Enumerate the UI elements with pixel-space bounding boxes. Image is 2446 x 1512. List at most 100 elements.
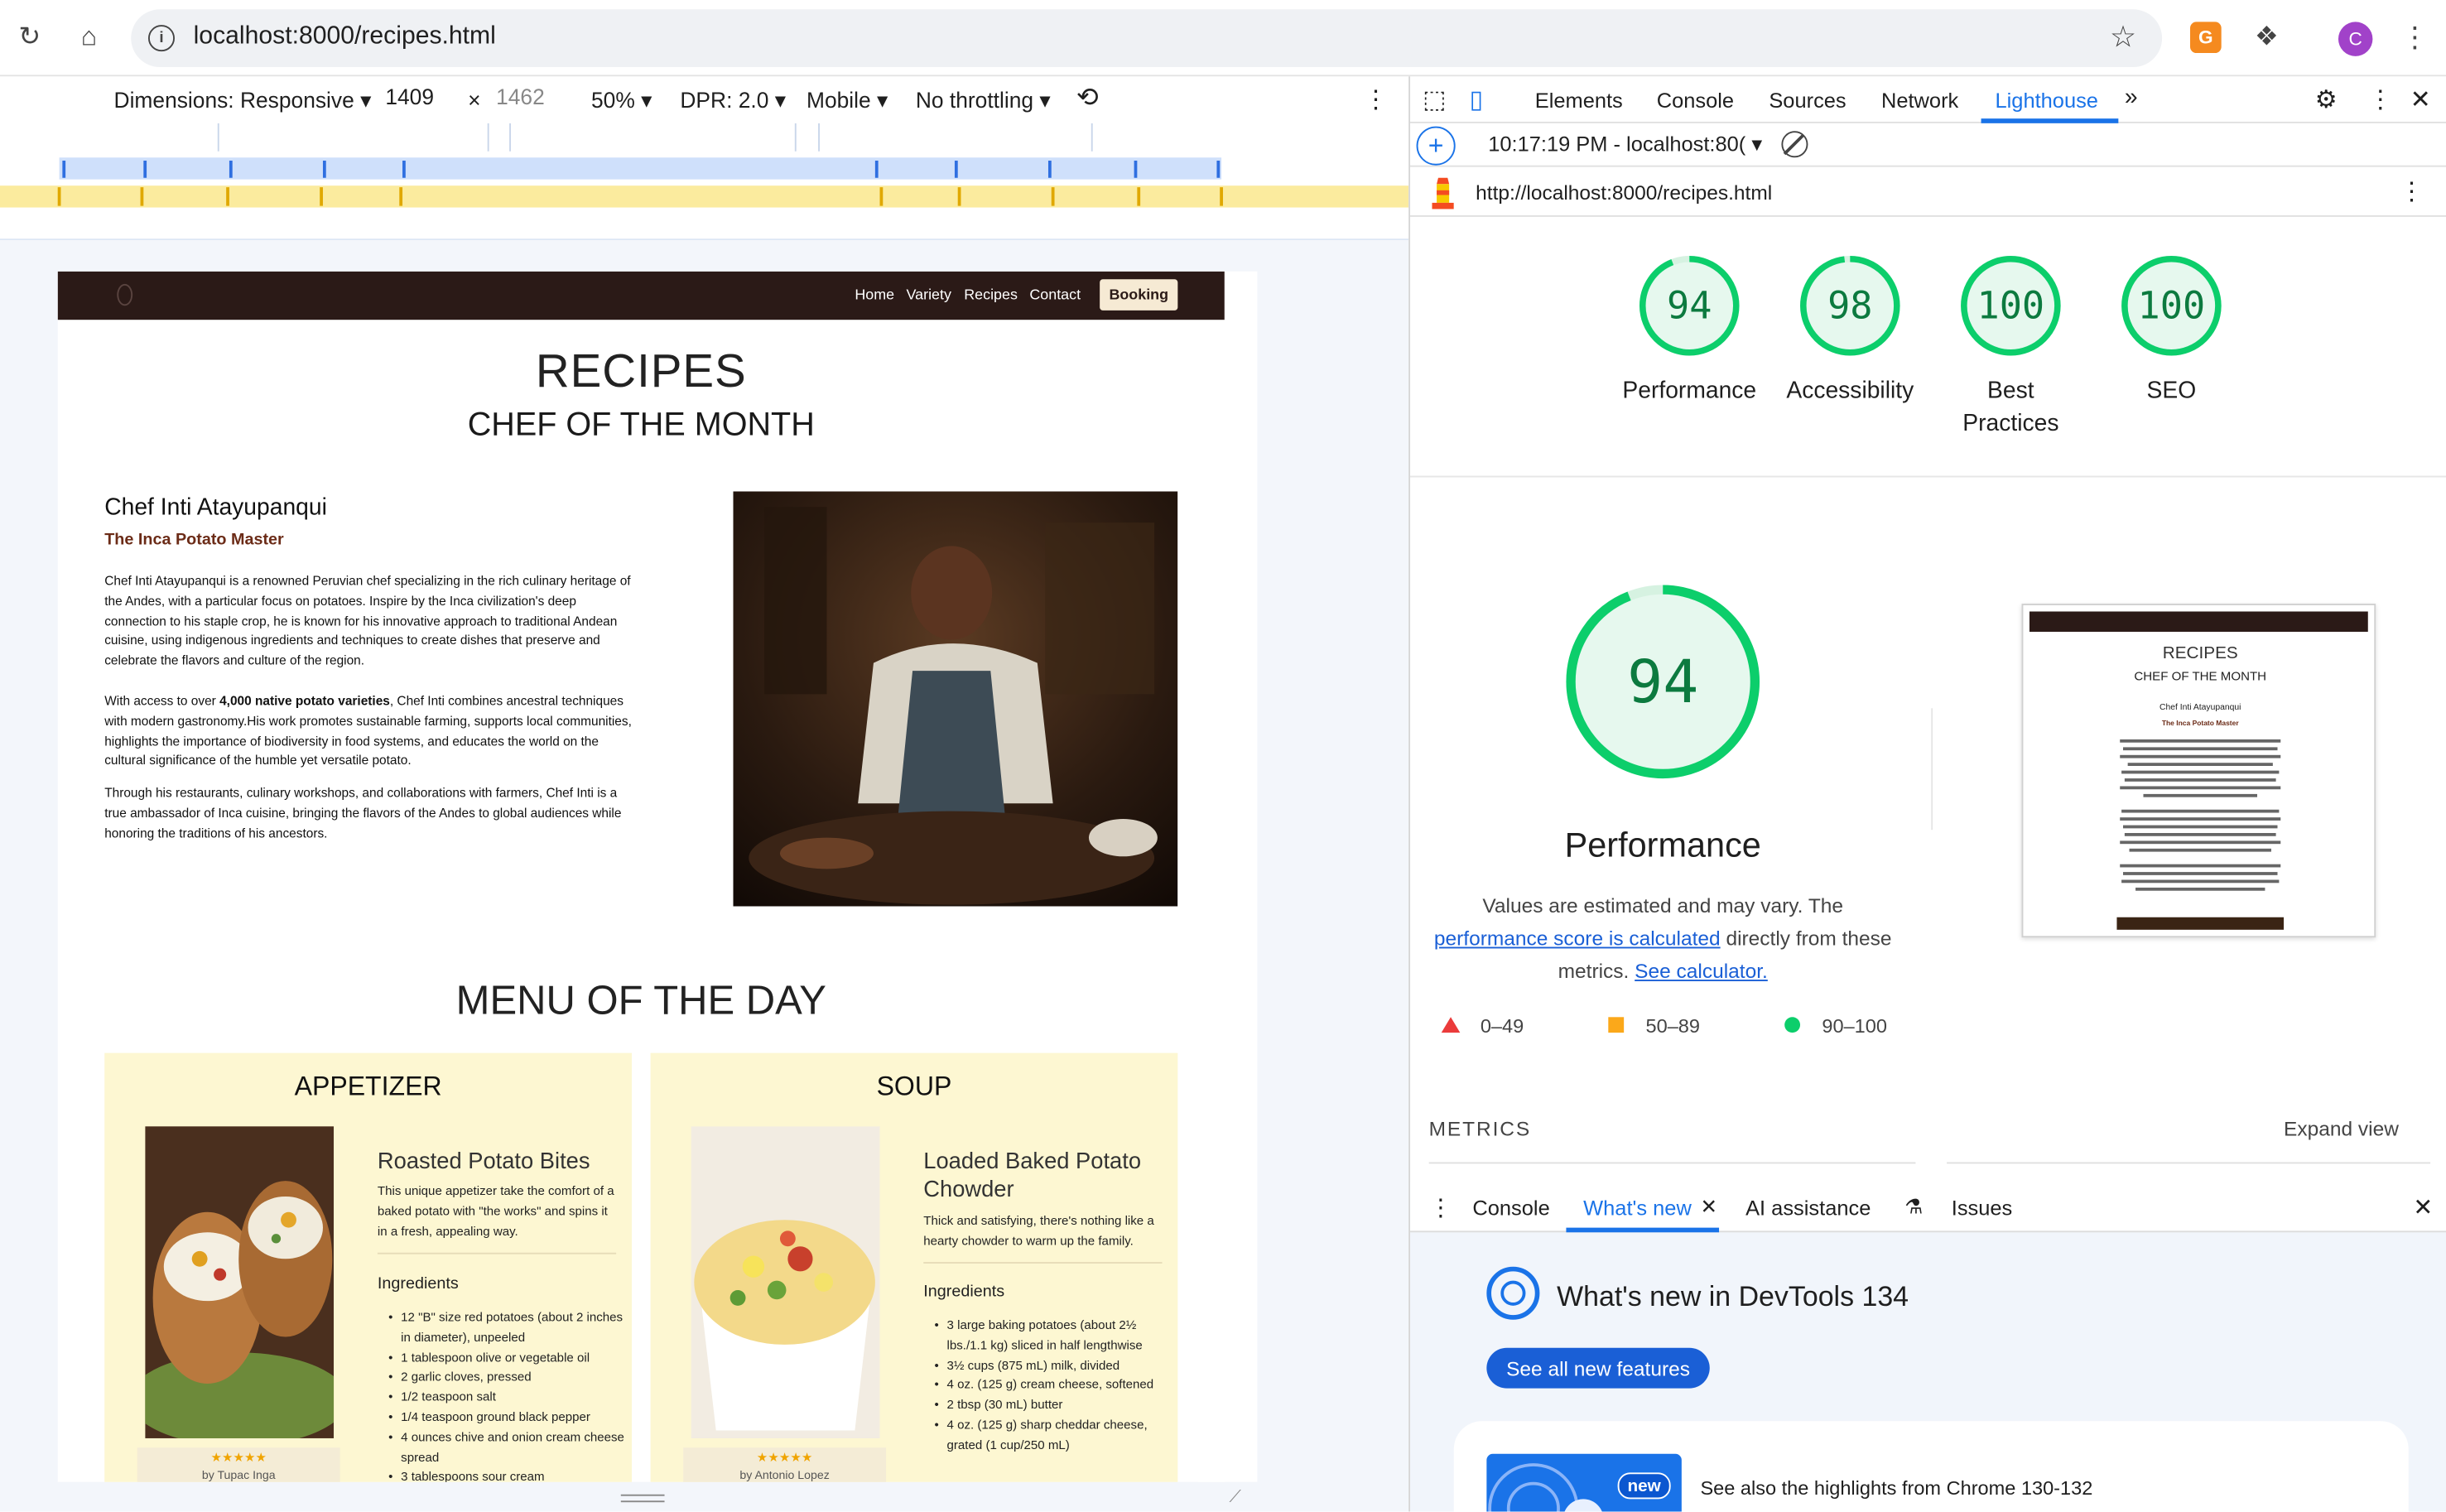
drawer-tab-ai-assistance[interactable]: AI assistance <box>1745 1197 1871 1220</box>
drawer-tab-issues[interactable]: Issues <box>1952 1197 2013 1220</box>
recipe-description: This unique appetizer take the comfort o… <box>377 1183 614 1239</box>
nav-contact[interactable]: Contact <box>1029 287 1081 305</box>
resize-handle-bottom[interactable] <box>620 1494 665 1503</box>
average-square-icon <box>1608 1017 1625 1033</box>
dpr-select[interactable]: DPR: 2.0 ▾ <box>680 87 786 113</box>
note-text: Values are estimated and may vary. The <box>1482 893 1844 917</box>
ingredients-list: 12 "B" size red potatoes (about 2 inches… <box>378 1309 627 1482</box>
profile-avatar[interactable]: C <box>2338 22 2373 56</box>
thumb-line <box>2127 763 2273 766</box>
gauge-score: 100 <box>2137 283 2206 328</box>
height-input[interactable]: 1462 <box>490 84 571 116</box>
ingredients-heading: Ingredients <box>923 1282 1005 1302</box>
more-tabs-icon[interactable]: » <box>2125 84 2138 111</box>
new-badge: new <box>1617 1472 1671 1500</box>
rotate-icon[interactable]: ⟲ <box>1076 83 1099 114</box>
media-query-ruler[interactable] <box>0 123 1409 240</box>
ingredient-item: 4 ounces chive and onion cream cheese sp… <box>378 1428 627 1468</box>
thumb-line <box>2123 872 2278 875</box>
clear-reports-icon[interactable] <box>1781 131 1808 158</box>
times-icon: × <box>468 87 481 113</box>
score-gauge-accessibility[interactable]: 98 <box>1797 253 1903 359</box>
tab-network[interactable]: Network <box>1881 89 1958 112</box>
inspect-element-icon[interactable]: ⬚ <box>1423 84 1446 116</box>
site-info-icon[interactable]: i <box>147 25 175 52</box>
throttling-select[interactable]: No throttling ▾ <box>916 87 1051 113</box>
pass-circle-icon <box>1784 1017 1801 1033</box>
legend-fail: 0–49 <box>1480 1015 1524 1038</box>
drawer-menu-icon[interactable]: ⋮ <box>1429 1193 1452 1221</box>
gauge-label: SEO <box>2146 377 2197 404</box>
reload-icon[interactable]: ↻ <box>7 14 54 61</box>
tab-sources[interactable]: Sources <box>1769 89 1846 112</box>
booking-button[interactable]: Booking <box>1100 279 1178 311</box>
report-select[interactable]: 10:17:19 PM - localhost:80( ▾ <box>1488 132 1762 157</box>
card-heading: APPETIZER <box>294 1071 442 1102</box>
device-toggle-icon[interactable]: ▯ <box>1470 84 1484 116</box>
thumb-line <box>2121 879 2280 884</box>
recipe-title: Roasted Potato Bites <box>377 1149 590 1175</box>
tab-lighthouse[interactable]: Lighthouse <box>1996 89 2098 112</box>
thumb-line <box>2120 786 2281 790</box>
chef-title: The Inca Potato Master <box>104 530 284 550</box>
nav-recipes[interactable]: Recipes <box>964 287 1018 305</box>
chef-bio-paragraph-3: Through his restaurants, culinary worksh… <box>104 786 622 840</box>
close-drawer-icon[interactable]: ✕ <box>2413 1193 2433 1221</box>
nav-home[interactable]: Home <box>855 287 894 305</box>
more-options-icon[interactable]: ⋮ <box>1364 84 1389 116</box>
nav-variety[interactable]: Variety <box>907 287 951 305</box>
close-tab-icon[interactable]: ✕ <box>1700 1195 1717 1220</box>
card-heading: SOUP <box>876 1071 952 1102</box>
devtools-tabbar: ⬚ ▯ Elements Console Sources Network Lig… <box>1410 76 2446 123</box>
tab-elements[interactable]: Elements <box>1535 89 1623 112</box>
extensions-puzzle-icon[interactable]: ❖ <box>2243 14 2290 61</box>
dimensions-select[interactable]: Dimensions: Responsive ▾ <box>114 87 372 113</box>
highlights-thumbnail: new <box>1486 1453 1682 1512</box>
expand-view-toggle[interactable]: Expand view <box>2284 1117 2399 1140</box>
drawer-tab-console[interactable]: Console <box>1472 1197 1549 1220</box>
thumb-line <box>2135 887 2265 891</box>
home-icon[interactable]: ⌂ <box>65 14 113 61</box>
gauge-score: 94 <box>1667 283 1712 328</box>
score-gauge-performance[interactable]: 94 <box>1636 253 1742 359</box>
device-type-label: Mobile <box>806 87 871 113</box>
url-text[interactable]: localhost:8000/recipes.html <box>194 23 496 51</box>
thumb-line <box>2144 793 2257 797</box>
settings-gear-icon[interactable]: ⚙ <box>2315 84 2338 116</box>
chef-bio-paragraph-2: With access to over 4,000 native potato … <box>104 692 635 772</box>
report-menu-icon[interactable]: ⋮ <box>2399 176 2424 208</box>
score-gauge-seo[interactable]: 100 <box>2118 253 2224 359</box>
devtools-menu-icon[interactable]: ⋮ <box>2368 84 2393 116</box>
zoom-select[interactable]: 50% ▾ <box>591 87 652 113</box>
page-screenshot-thumbnail[interactable]: RECIPES CHEF OF THE MONTH Chef Inti Atay… <box>2021 604 2376 938</box>
score-gauge-best-practices[interactable]: 100 <box>1957 253 2063 359</box>
device-type-select[interactable]: Mobile ▾ <box>807 87 888 113</box>
tab-console[interactable]: Console <box>1657 89 1734 112</box>
score-calculated-link[interactable]: performance score is calculated <box>1434 927 1721 950</box>
site-logo-icon[interactable] <box>117 283 133 306</box>
resize-corner-icon[interactable]: ⟋ <box>1230 1488 1242 1508</box>
thumb-text-lines <box>2120 739 2281 895</box>
width-input[interactable]: 1409 <box>379 84 460 116</box>
ingredient-item: 12 "B" size red potatoes (about 2 inches… <box>378 1309 627 1349</box>
chef-name: Chef Inti Atayupanqui <box>104 494 327 522</box>
active-drawer-tab-indicator <box>1566 1227 1720 1233</box>
see-all-features-button[interactable]: See all new features <box>1486 1347 1710 1389</box>
throttling-label: No throttling <box>915 87 1034 113</box>
thumb-line <box>2121 770 2280 774</box>
legend-pass: 90–100 <box>1822 1015 1887 1038</box>
extension-icon[interactable]: G <box>2189 22 2222 54</box>
calculator-link[interactable]: See calculator. <box>1635 960 1768 983</box>
close-devtools-icon[interactable]: ✕ <box>2410 84 2431 116</box>
bio-text: With access to over <box>104 694 220 709</box>
highlights-text: See also the highlights from Chrome 130-… <box>1700 1477 2093 1500</box>
browser-toolbar: ↻ ⌂ i localhost:8000/recipes.html ☆ G ❖ … <box>0 0 2446 77</box>
bookmark-star-icon[interactable]: ☆ <box>2100 14 2147 61</box>
drawer-tab-whats-new[interactable]: What's new <box>1583 1197 1692 1220</box>
performance-note: Values are estimated and may vary. The p… <box>1429 889 1897 988</box>
new-report-plus-icon[interactable]: + <box>1416 126 1456 166</box>
highlights-card[interactable]: new See also the highlights from Chrome … <box>1453 1421 2409 1512</box>
metrics-label: METRICS <box>1428 1116 1532 1141</box>
report-url[interactable]: http://localhost:8000/recipes.html <box>1476 181 1772 205</box>
browser-menu-icon[interactable]: ⋮ <box>2391 14 2439 61</box>
